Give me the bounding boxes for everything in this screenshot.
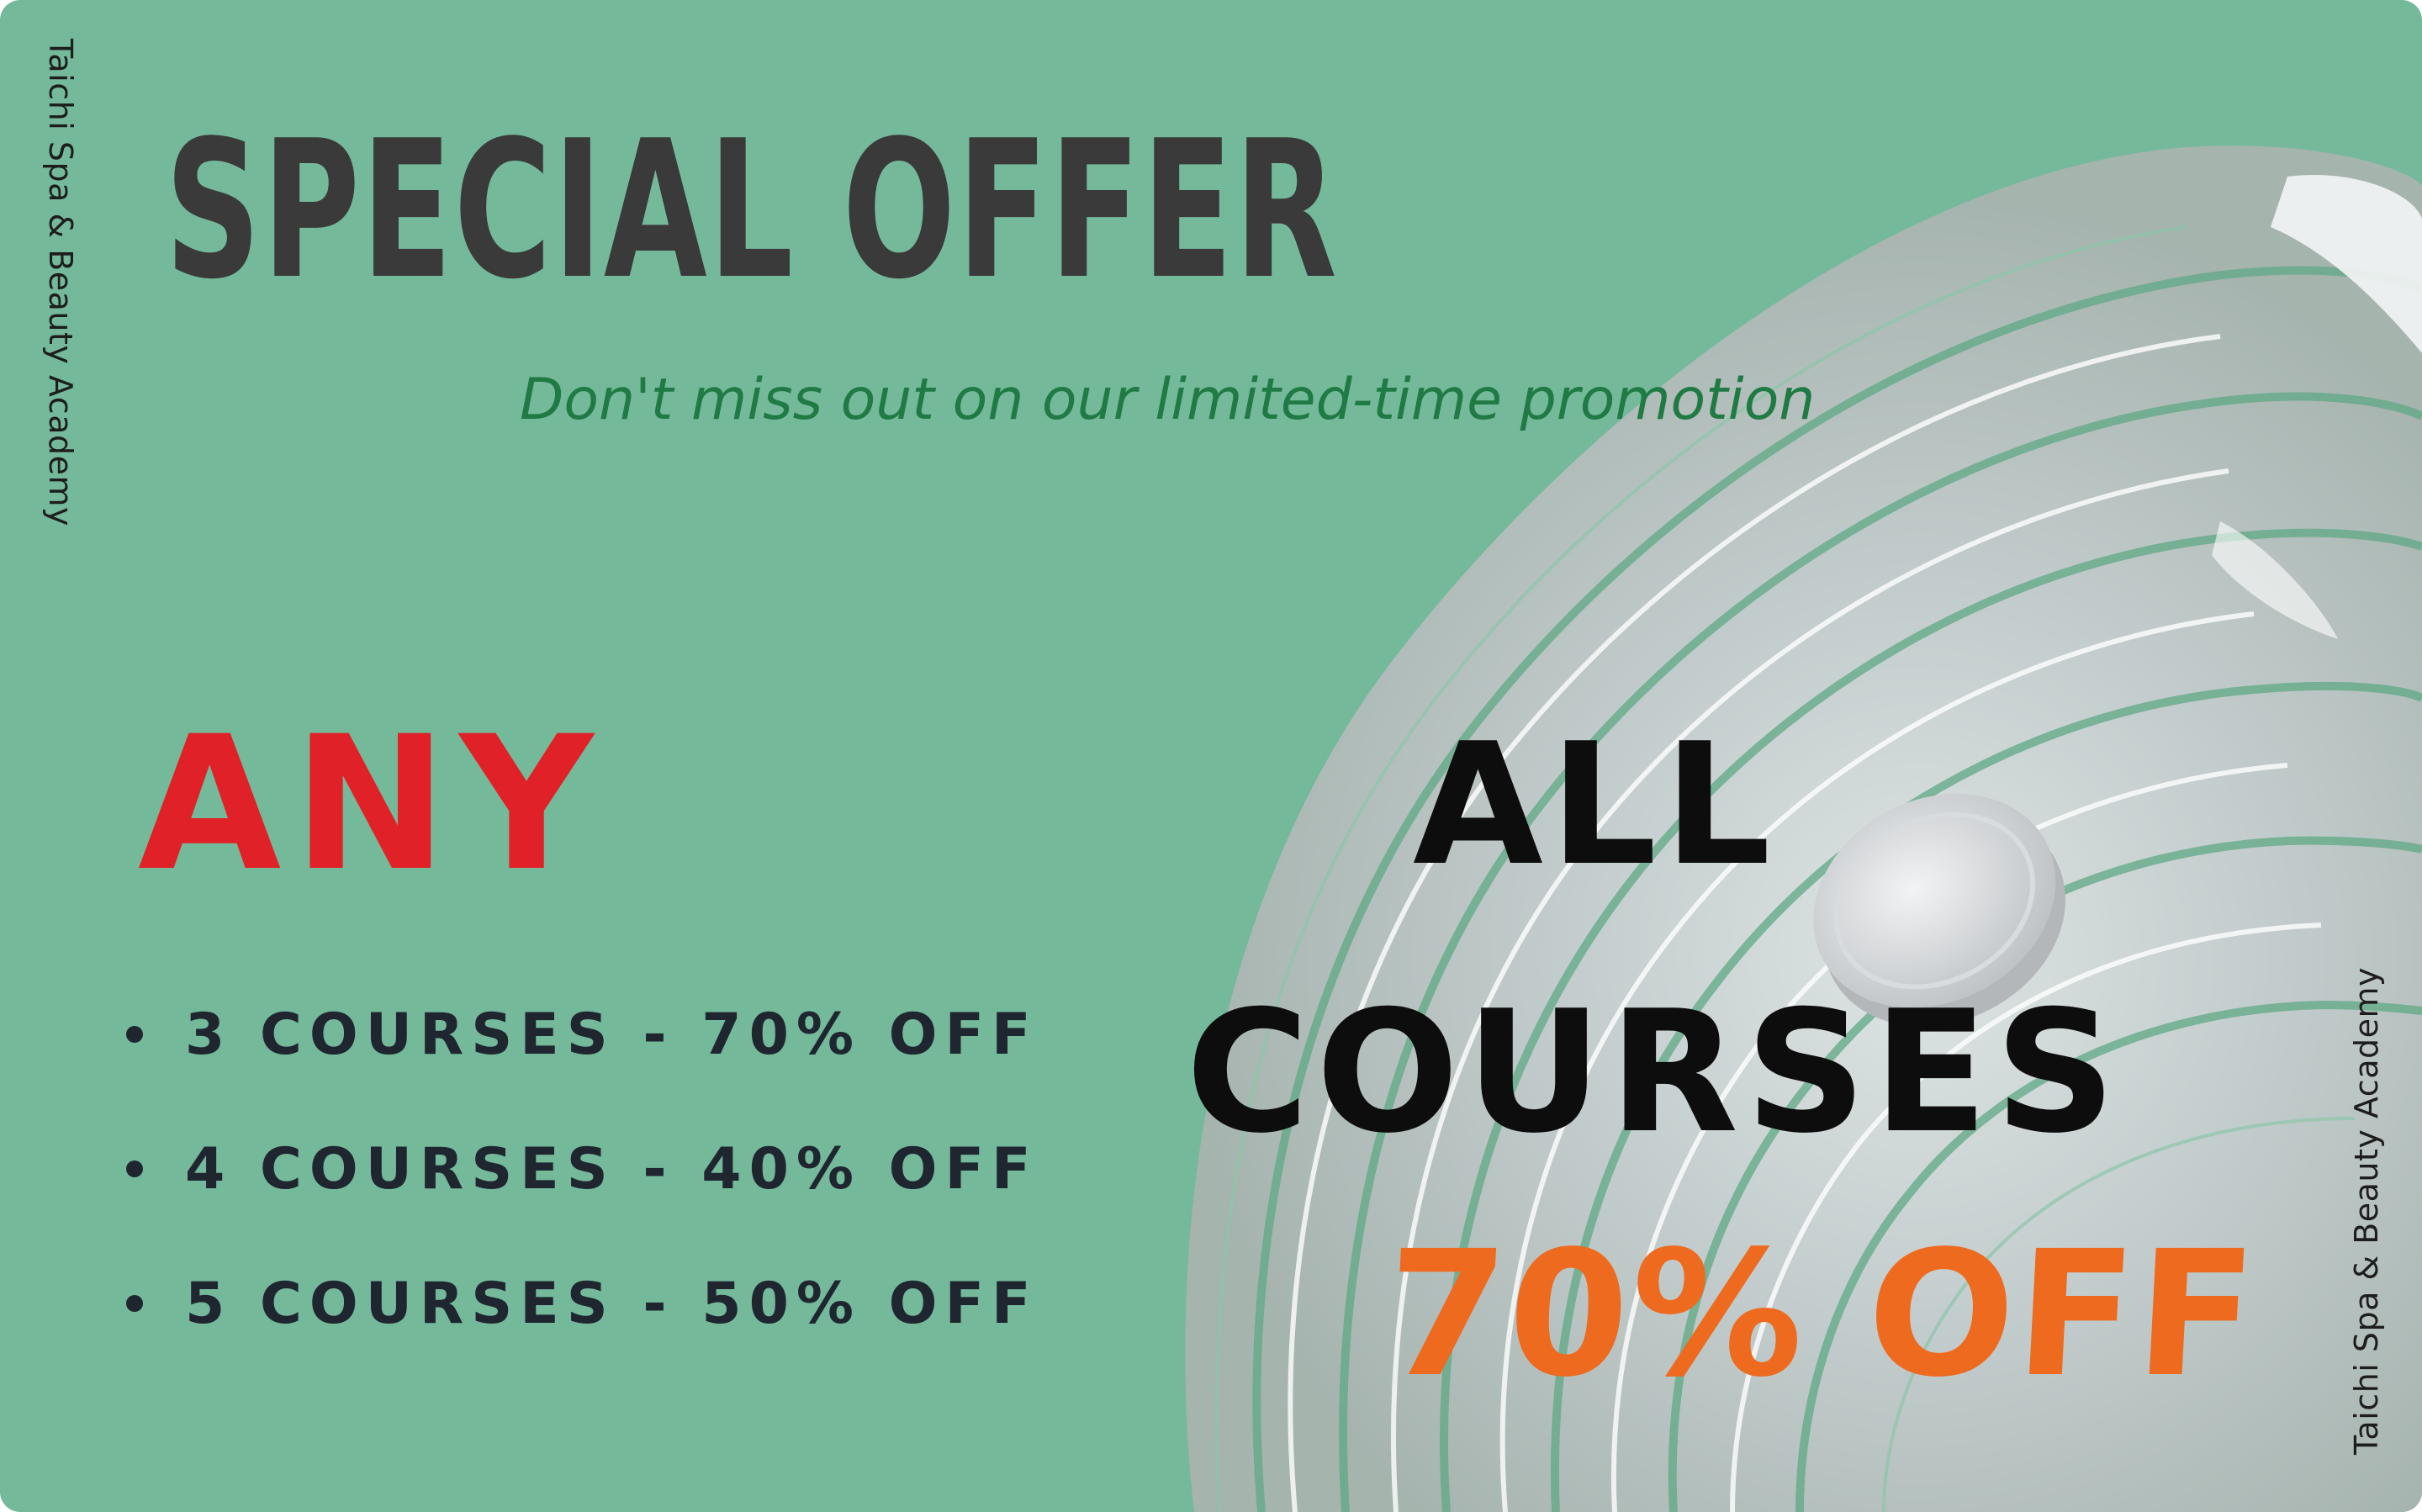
all-label: ALL — [1413, 707, 1778, 903]
list-item: 3 COURSES - 70% OFF — [126, 967, 1038, 1102]
offer-text: 4 COURSES - 40% OFF — [185, 1135, 1039, 1203]
list-item: 4 COURSES - 40% OFF — [126, 1102, 1038, 1236]
page-title: SPECIAL OFFER — [165, 100, 1339, 321]
bullet-icon — [126, 1026, 143, 1043]
any-label: ANY — [138, 696, 606, 912]
offer-text: 5 COURSES - 50% OFF — [185, 1270, 1039, 1337]
offer-text: 3 COURSES - 70% OFF — [185, 1001, 1039, 1068]
brand-vertical-right: Taichi Spa & Beauty Academy — [2348, 967, 2385, 1455]
promo-banner: Taichi Spa & Beauty Academy Taichi Spa &… — [0, 0, 2422, 1512]
list-item: 5 COURSES - 50% OFF — [126, 1236, 1038, 1371]
bullet-icon — [126, 1295, 143, 1312]
brand-vertical-left: Taichi Spa & Beauty Academy — [42, 39, 79, 526]
discount-label: 70% OFF — [1380, 1213, 2262, 1415]
bullet-icon — [126, 1160, 143, 1177]
subtitle: Don't miss out on our limited-time promo… — [520, 367, 1816, 433]
courses-label: COURSES — [1186, 975, 2123, 1171]
offer-list: 3 COURSES - 70% OFF 4 COURSES - 40% OFF … — [126, 967, 1038, 1371]
